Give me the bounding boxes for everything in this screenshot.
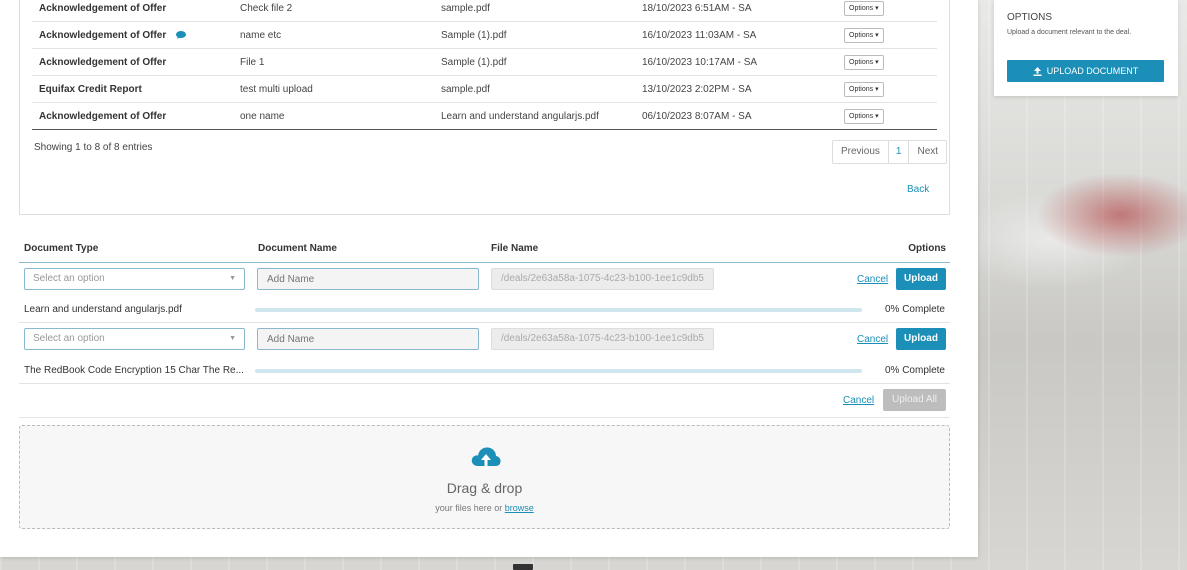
header-options: Options <box>908 243 946 254</box>
cloud-upload-icon <box>471 447 501 470</box>
cancel-all-link[interactable]: Cancel <box>843 395 874 406</box>
document-type-select[interactable]: Select an option ▼ <box>24 328 245 350</box>
file-path-field: /deals/2e63a58a-1075-4c23-b100-1ee1c9db5 <box>491 268 714 290</box>
doc-name: name etc <box>240 29 282 41</box>
divider <box>19 322 950 323</box>
file-path-field: /deals/2e63a58a-1075-4c23-b100-1ee1c9db5 <box>491 328 714 350</box>
progress-bar <box>255 308 862 312</box>
doc-file[interactable]: sample.pdf <box>441 3 490 14</box>
upload-document-button[interactable]: UPLOAD DOCUMENT <box>1007 60 1164 82</box>
table-row: Acknowledgement of Offer one name Learn … <box>32 103 937 130</box>
document-name-input[interactable] <box>257 268 479 290</box>
dropzone[interactable]: Drag & drop your files here or browse <box>19 425 950 529</box>
options-card: OPTIONS Upload a document relevant to th… <box>994 0 1178 96</box>
cancel-link[interactable]: Cancel <box>857 334 888 345</box>
doc-name: test multi upload <box>240 83 313 95</box>
page-1-button[interactable]: 1 <box>887 141 910 163</box>
doc-date: 13/10/2023 2:02PM - SA <box>642 83 752 95</box>
comment-icon[interactable] <box>176 31 186 39</box>
upload-button[interactable]: Upload <box>896 268 946 290</box>
chevron-down-icon: ▼ <box>229 335 236 342</box>
divider <box>19 383 950 384</box>
doc-name: one name <box>240 110 285 122</box>
progress-bar <box>255 369 862 373</box>
upload-filename: Learn and understand angularjs.pdf <box>24 304 182 315</box>
options-button[interactable]: Options ▾ <box>844 109 884 124</box>
previous-button[interactable]: Previous <box>833 141 888 163</box>
options-button[interactable]: Options ▾ <box>844 82 884 97</box>
divider <box>19 417 950 418</box>
divider <box>19 262 950 263</box>
options-button[interactable]: Options ▾ <box>844 1 884 16</box>
bottom-handle-icon[interactable] <box>513 564 533 570</box>
table-row: Acknowledgement of Offer name etc Sample… <box>32 22 937 49</box>
doc-type: Acknowledgement of Offer <box>39 56 167 68</box>
doc-file[interactable]: Sample (1).pdf <box>441 57 507 68</box>
upload-icon <box>1033 67 1042 76</box>
header-document-type: Document Type <box>24 243 99 254</box>
doc-date: 16/10/2023 11:03AM - SA <box>642 29 757 41</box>
dropzone-title: Drag & drop <box>446 480 523 496</box>
progress-text: 0% Complete <box>884 304 945 315</box>
doc-date: 18/10/2023 6:51AM - SA <box>642 2 752 14</box>
doc-date: 16/10/2023 10:17AM - SA <box>642 56 758 68</box>
progress-text: 0% Complete <box>884 365 945 376</box>
cancel-link[interactable]: Cancel <box>857 274 888 285</box>
doc-name: File 1 <box>240 56 265 68</box>
doc-file[interactable]: Learn and understand angularjs.pdf <box>441 111 599 122</box>
main-card: Acknowledgement of Offer Check file 2 sa… <box>0 0 978 557</box>
header-file-name: File Name <box>491 243 539 254</box>
options-button[interactable]: Options ▾ <box>844 55 884 70</box>
table-row: Acknowledgement of Offer Check file 2 sa… <box>32 0 937 22</box>
doc-date: 06/10/2023 8:07AM - SA <box>642 110 752 122</box>
header-document-name: Document Name <box>258 243 337 254</box>
options-title: OPTIONS <box>1007 12 1053 23</box>
document-type-select[interactable]: Select an option ▼ <box>24 268 245 290</box>
chevron-down-icon: ▼ <box>229 275 236 282</box>
options-button[interactable]: Options ▾ <box>844 28 884 43</box>
browse-link[interactable]: browse <box>505 503 534 513</box>
doc-file[interactable]: sample.pdf <box>441 84 490 95</box>
back-link[interactable]: Back <box>907 184 929 195</box>
next-button[interactable]: Next <box>909 141 946 163</box>
doc-type: Acknowledgement of Offer <box>39 110 167 122</box>
doc-file[interactable]: Sample (1).pdf <box>441 30 507 41</box>
options-description: Upload a document relevant to the deal. <box>1007 29 1132 36</box>
documents-table: Acknowledgement of Offer Check file 2 sa… <box>19 0 950 215</box>
upload-filename: The RedBook Code Encryption 15 Char The … <box>24 365 244 376</box>
dropzone-subtitle: your files here or browse <box>435 503 534 513</box>
doc-type: Acknowledgement of Offer <box>39 29 167 41</box>
doc-type: Acknowledgement of Offer <box>39 2 167 14</box>
doc-name: Check file 2 <box>240 2 293 14</box>
doc-type: Equifax Credit Report <box>39 83 142 95</box>
pagination: Previous 1 Next <box>832 140 948 164</box>
upload-all-button[interactable]: Upload All <box>883 389 946 411</box>
table-row: Equifax Credit Report test multi upload … <box>32 76 937 103</box>
document-name-input[interactable] <box>257 328 479 350</box>
entries-info: Showing 1 to 8 of 8 entries <box>34 142 153 153</box>
upload-button[interactable]: Upload <box>896 328 946 350</box>
table-row: Acknowledgement of Offer File 1 Sample (… <box>32 49 937 76</box>
